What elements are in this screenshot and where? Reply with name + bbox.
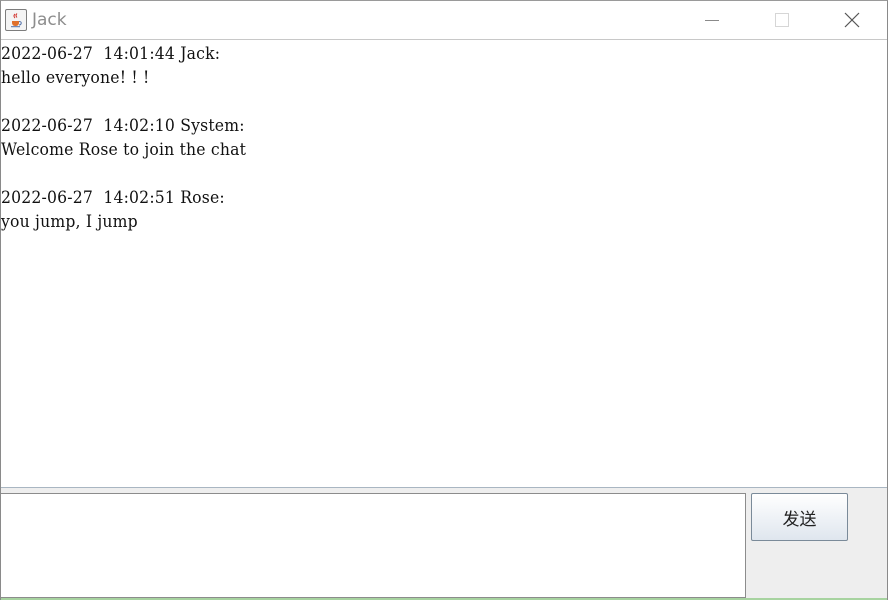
maximize-icon — [775, 13, 789, 27]
message-body: you jump, I jump — [1, 212, 138, 232]
java-cup-icon — [5, 9, 27, 31]
input-panel: 发送 — [1, 488, 887, 598]
send-button[interactable]: 发送 — [751, 493, 848, 541]
window-controls — [677, 1, 887, 39]
minimize-button[interactable] — [677, 1, 747, 39]
message-header: 2022-06-27 14:02:51 Rose: — [1, 188, 225, 208]
window-title: Jack — [32, 10, 67, 30]
chat-message: 2022-06-27 14:02:10 System: Welcome Rose… — [1, 114, 887, 162]
maximize-button[interactable] — [747, 1, 817, 39]
chat-message: 2022-06-27 14:01:44 Jack: hello everyone… — [1, 42, 887, 90]
title-bar[interactable]: Jack — [1, 1, 887, 40]
message-input[interactable] — [1, 493, 746, 598]
message-header: 2022-06-27 14:02:10 System: — [1, 116, 245, 136]
minimize-icon — [705, 20, 719, 21]
message-body: Welcome Rose to join the chat — [1, 140, 247, 160]
close-icon — [844, 12, 860, 28]
chat-window: Jack 2022-06-27 14:01:44 Jack: hello eve… — [0, 0, 888, 600]
chat-history[interactable]: 2022-06-27 14:01:44 Jack: hello everyone… — [1, 40, 887, 487]
message-body: hello everyone! ! ! — [1, 68, 150, 88]
close-button[interactable] — [817, 1, 887, 39]
message-header: 2022-06-27 14:01:44 Jack: — [1, 44, 221, 64]
chat-message: 2022-06-27 14:02:51 Rose: you jump, I ju… — [1, 186, 887, 234]
